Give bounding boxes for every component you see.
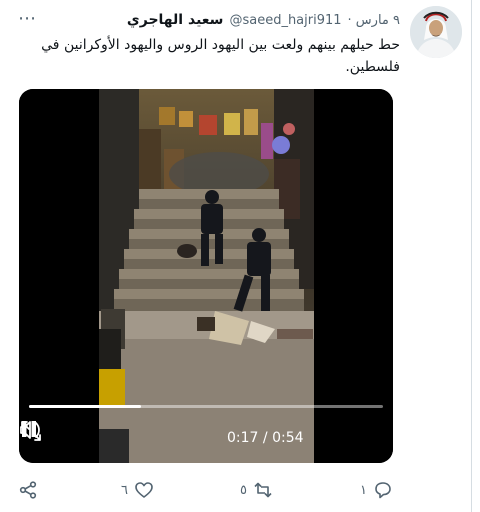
video-progress-bar[interactable]	[29, 405, 383, 408]
like-button[interactable]: ٦	[121, 480, 154, 500]
video-player[interactable]: 0:17 / 0:54	[19, 89, 393, 463]
fullscreen-icon[interactable]	[19, 419, 43, 443]
like-count: ٦	[121, 482, 128, 498]
tweet-date[interactable]: · ٩ مارس	[348, 13, 400, 28]
like-icon	[135, 482, 153, 498]
share-icon	[19, 481, 37, 499]
avatar[interactable]	[410, 6, 462, 58]
video-controls: 0:17 / 0:54	[19, 419, 393, 459]
tweet-header: سعيد الهاجري @saeed_hajri911 · ٩ مارس	[127, 10, 400, 30]
author-name[interactable]: سعيد الهاجري	[127, 12, 224, 28]
duration: 0:54	[272, 430, 304, 446]
tweet-text: حط حيلهم بينهم ولعت بين اليهود الروس وال…	[41, 37, 400, 75]
more-options-icon[interactable]: ⋯	[18, 8, 37, 29]
time-separator: /	[262, 430, 273, 446]
tweet: سعيد الهاجري @saeed_hajri911 · ٩ مارس ⋯ …	[0, 0, 480, 512]
retweet-count: ٥	[240, 482, 247, 498]
current-time: 0:17	[227, 430, 259, 446]
thread-line	[471, 0, 472, 512]
retweet-button[interactable]: ٥	[240, 480, 273, 500]
tweet-actions: ٦ ٥ ١	[0, 476, 480, 506]
author-handle[interactable]: @saeed_hajri911	[229, 13, 341, 28]
reply-icon	[375, 482, 391, 499]
retweet-icon	[254, 482, 272, 498]
share-button[interactable]	[18, 480, 38, 500]
reply-count: ١	[360, 482, 367, 498]
video-time: 0:17 / 0:54	[227, 430, 304, 446]
reply-button[interactable]: ١	[360, 480, 393, 500]
video-progress-fill	[29, 405, 141, 408]
